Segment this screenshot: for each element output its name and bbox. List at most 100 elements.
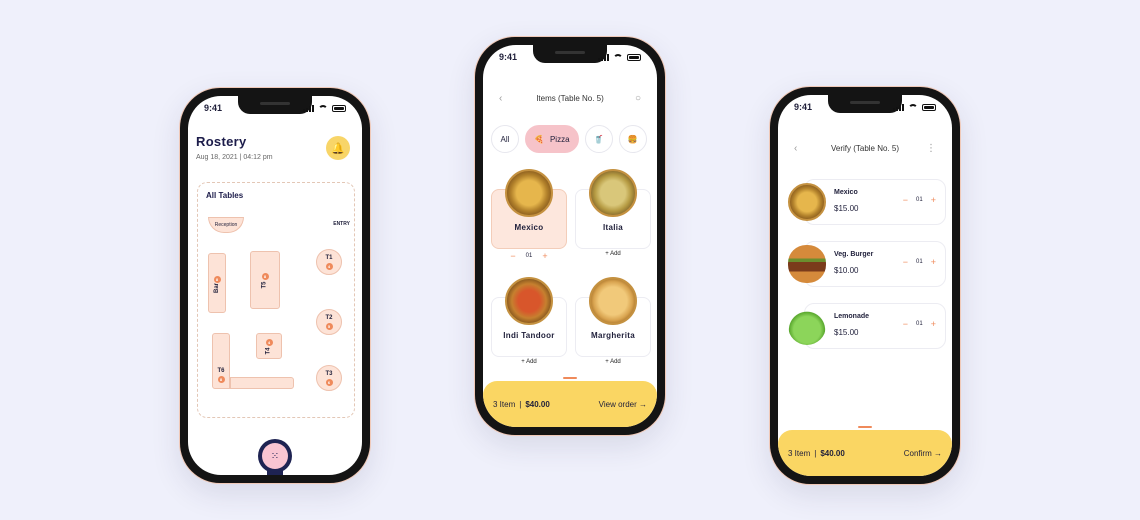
table-t4[interactable]: 4 T4	[256, 333, 282, 359]
add-button[interactable]: + Add	[575, 251, 651, 257]
more-icon[interactable]: ⋮	[926, 143, 936, 154]
battery-icon	[627, 53, 641, 61]
item-card[interactable]: Margherita + Add	[575, 275, 651, 375]
table-t6-extension	[230, 377, 294, 389]
battery-icon	[332, 104, 346, 112]
item-price: $15.00	[834, 204, 859, 213]
pizza-image	[788, 183, 826, 221]
drink-icon: 🥤	[593, 134, 604, 144]
category-tabs: All 🍕 Pizza 🥤 🍔	[491, 125, 647, 153]
pizza-icon: 🍕	[534, 134, 544, 144]
reception-area: Reception	[208, 217, 244, 233]
qty-stepper: − 01 +	[510, 251, 548, 261]
tab-pizza[interactable]: 🍕 Pizza	[525, 125, 579, 153]
pizza-image	[589, 277, 637, 325]
pizza-image	[505, 169, 553, 217]
minus-icon[interactable]: −	[903, 319, 908, 329]
burger-image	[788, 245, 826, 283]
pizza-image	[589, 169, 637, 217]
cart-bar[interactable]: 3 Item | $40.00 Confirm →	[778, 426, 952, 476]
tab-burger[interactable]: 🍔	[618, 125, 647, 153]
wifi-icon	[908, 103, 918, 111]
minus-icon[interactable]: −	[903, 257, 908, 267]
status-bar: 9:41	[794, 102, 936, 112]
item-name: Margherita	[591, 331, 635, 340]
back-icon[interactable]: ‹	[794, 143, 797, 154]
wifi-icon	[318, 104, 328, 112]
item-name: Mexico	[834, 189, 858, 196]
plus-icon[interactable]: +	[931, 319, 936, 329]
table-t6[interactable]: T6 8	[212, 333, 230, 389]
pizza-image	[505, 277, 553, 325]
item-card[interactable]: Italia + Add	[575, 167, 651, 267]
cart-summary: 3 Item | $40.00	[788, 448, 845, 458]
screen: 9:41 ‹ Items (Table No. 5) ○ All 🍕 Pizza …	[483, 45, 657, 427]
page-title: Verify (Table No. 5)	[830, 143, 900, 153]
bell-icon[interactable]: 🔔	[326, 136, 350, 160]
arrow-right-icon: →	[639, 399, 647, 409]
entry-label: ENTRY	[333, 221, 350, 227]
qty-stepper: −01 +	[902, 319, 936, 329]
qty-stepper: −01 +	[902, 257, 936, 267]
item-name: Mexico	[514, 223, 544, 232]
status-time: 9:41	[204, 103, 223, 113]
table-t3[interactable]: T3 6	[316, 365, 342, 391]
list-item: Mexico $15.00 −01 +	[784, 179, 946, 225]
table-bar[interactable]: 8 Bar	[208, 253, 226, 313]
date-line: Aug 18, 2021 | 04:12 pm	[196, 154, 273, 161]
table-t5[interactable]: 8 T5	[250, 251, 280, 309]
item-name: Veg. Burger	[834, 251, 874, 258]
table-t2[interactable]: T2 5	[316, 309, 342, 335]
wifi-icon	[613, 53, 623, 61]
burger-icon: 🍔	[627, 134, 638, 144]
add-button[interactable]: + Add	[491, 359, 567, 365]
item-name: Lemonade	[834, 313, 870, 320]
add-button[interactable]: + Add	[575, 359, 651, 365]
item-name: Italia	[602, 223, 624, 232]
order-list: Mexico $15.00 −01 + Veg. Burger $10.00 −0…	[784, 179, 946, 349]
tab-all[interactable]: All	[491, 125, 519, 153]
floating-action-button[interactable]: ⁙	[258, 439, 292, 475]
back-icon[interactable]: ‹	[499, 93, 502, 104]
tab-drinks[interactable]: 🥤	[584, 125, 613, 153]
items-grid: Mexico − 01 + Italia + Add Indi Tandoor …	[491, 167, 651, 375]
app-title: Rostery	[196, 134, 247, 149]
minus-icon[interactable]: −	[510, 251, 515, 261]
confirm-button[interactable]: Confirm →	[904, 449, 942, 458]
section-title: All Tables	[206, 191, 244, 200]
lemonade-image	[788, 307, 826, 345]
phone-items-screen: 9:41 ‹ Items (Table No. 5) ○ All 🍕 Pizza …	[475, 37, 665, 435]
item-card[interactable]: Indi Tandoor + Add	[491, 275, 567, 375]
cart-summary: 3 Item | $40.00	[493, 399, 550, 409]
status-bar: 9:41	[204, 103, 346, 113]
plus-icon[interactable]: +	[931, 257, 936, 267]
list-item: Veg. Burger $10.00 −01 +	[784, 241, 946, 287]
phone-verify-screen: 9:41 ‹ Verify (Table No. 5) ⋮ Mexico $15…	[770, 87, 960, 484]
minus-icon[interactable]: −	[903, 195, 908, 205]
screen: 9:41 Rostery Aug 18, 2021 | 04:12 pm 🔔 A…	[188, 96, 362, 475]
dots-icon: ⁙	[262, 443, 288, 469]
top-bar: ‹ Verify (Table No. 5) ⋮	[778, 133, 952, 163]
status-time: 9:41	[499, 52, 518, 62]
signal-icon	[893, 103, 904, 111]
item-price: $10.00	[834, 266, 859, 275]
table-t1[interactable]: T1 4	[316, 249, 342, 275]
phone-tables-screen: 9:41 Rostery Aug 18, 2021 | 04:12 pm 🔔 A…	[180, 88, 370, 483]
view-order-button[interactable]: View order →	[599, 400, 647, 409]
arrow-right-icon: →	[934, 448, 942, 458]
signal-icon	[598, 53, 609, 61]
top-bar: ‹ Items (Table No. 5) ○	[483, 83, 657, 113]
tables-map: All Tables Reception ENTRY 8 Bar 8 T5 T1…	[197, 182, 355, 418]
battery-icon	[922, 103, 936, 111]
qty-stepper: −01 +	[902, 195, 936, 205]
signal-icon	[303, 104, 314, 112]
search-icon[interactable]: ○	[635, 93, 641, 104]
page-title: Items (Table No. 5)	[536, 93, 604, 103]
item-card[interactable]: Mexico − 01 +	[491, 167, 567, 267]
plus-icon[interactable]: +	[542, 251, 547, 261]
cart-bar[interactable]: 3 Item | $40.00 View order →	[483, 377, 657, 427]
list-item: Lemonade $15.00 −01 +	[784, 303, 946, 349]
plus-icon[interactable]: +	[931, 195, 936, 205]
status-bar: 9:41	[499, 52, 641, 62]
item-price: $15.00	[834, 328, 859, 337]
